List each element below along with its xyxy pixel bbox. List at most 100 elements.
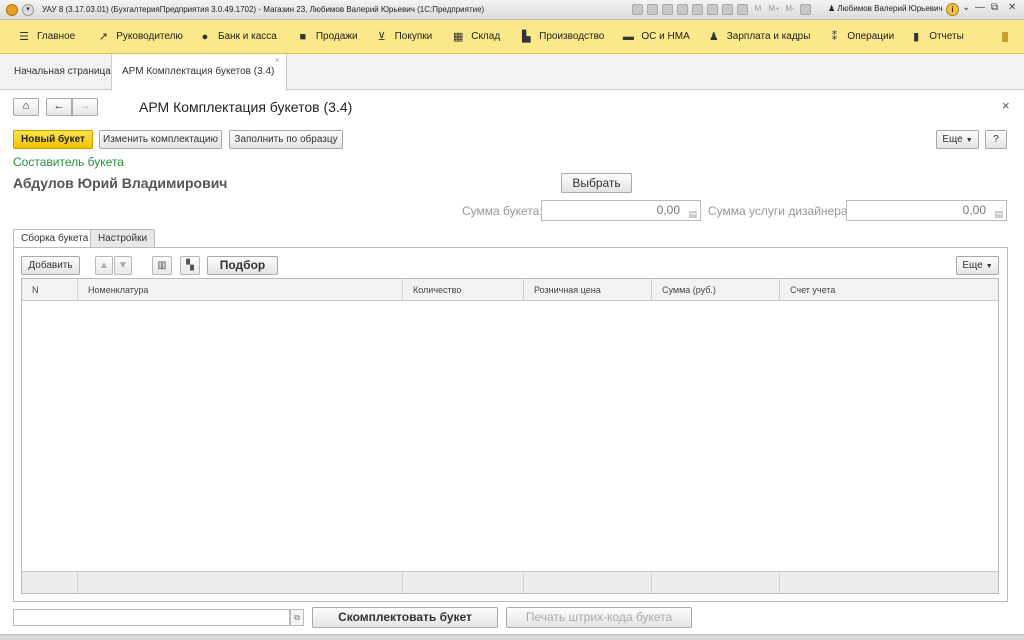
section-reports[interactable]: ▮ Отчеты — [902, 20, 972, 54]
section-assets[interactable]: ▬ ОС и НМА — [614, 20, 697, 54]
home-button[interactable]: ⌂ — [13, 98, 39, 116]
barcode-input[interactable] — [13, 609, 290, 626]
dropdown-icon[interactable]: ⌄ — [962, 2, 970, 13]
titlebar-toolbar: M M+ M- — [632, 4, 811, 15]
close-icon[interactable]: ✕ — [1008, 2, 1016, 13]
section-salary[interactable]: ♟ Зарплата и кадры — [700, 20, 819, 54]
form-close-icon[interactable]: × — [1002, 98, 1010, 113]
sections-more-icon[interactable] — [1002, 32, 1008, 42]
section-bank[interactable]: ● Банк и касса — [191, 20, 285, 54]
move-up-icon[interactable]: ▲ — [95, 256, 113, 275]
section-operations[interactable]: ⁑ Операции — [820, 20, 902, 54]
column-account[interactable]: Счет учета — [780, 279, 998, 301]
chevron-down-icon: ▼ — [985, 263, 993, 270]
calculator-icon[interactable] — [722, 4, 733, 15]
composer-name: Абдулов Юрий Владимирович — [13, 175, 228, 191]
tab-bouquet-workplace[interactable]: АРМ Комплектация букетов (3.4) × — [111, 54, 287, 91]
link-icon[interactable] — [692, 4, 703, 15]
pick-button[interactable]: Подбор — [207, 256, 278, 275]
operations-icon: ⁑ — [831, 31, 838, 43]
truck-icon: ▬ — [622, 30, 634, 43]
column-number[interactable]: N — [22, 279, 78, 301]
designer-sum-field[interactable]: 0,00 ▤ — [846, 200, 1007, 221]
section-label: Зарплата и кадры — [726, 31, 811, 42]
bouquet-items-table[interactable]: N Номенклатура Количество Розничная цена… — [21, 278, 999, 594]
more-button[interactable]: Еще ▼ — [936, 130, 979, 149]
calculator-icon[interactable]: ▤ — [688, 205, 697, 224]
more-label: Еще — [942, 134, 963, 145]
window-title: УАУ 8 (3.17.03.01) (БухгалтерияПредприят… — [42, 5, 485, 14]
table-more-button[interactable]: Еще ▼ — [956, 256, 999, 275]
column-quantity[interactable]: Количество — [403, 279, 524, 301]
bar-chart-icon: ▮ — [913, 31, 920, 43]
tab-settings[interactable]: Настройки — [90, 229, 156, 248]
table-header: N Номенклатура Количество Розничная цена… — [22, 279, 998, 301]
person-icon: ♟ — [708, 31, 719, 43]
tab-home-page[interactable]: Начальная страница — [4, 54, 121, 90]
section-label: Производство — [539, 31, 605, 42]
select-button[interactable]: Выбрать — [561, 173, 632, 193]
preview-icon[interactable] — [662, 4, 673, 15]
assemble-bouquet-button[interactable]: Скомплектовать букет — [312, 607, 498, 628]
sections-panel: ☰ Главное ↗ Руководителю ● Банк и касса ■ Пр… — [0, 20, 1024, 54]
section-main[interactable]: ☰ Главное — [10, 20, 83, 54]
tab-bouquet-assembly[interactable]: Сборка букета — [13, 229, 97, 249]
forward-button[interactable]: → — [72, 98, 98, 116]
memory-plus-icon[interactable]: M+ — [768, 4, 780, 15]
print-icon[interactable] — [647, 4, 658, 15]
section-label: Банк и касса — [217, 31, 277, 42]
section-label: Продажи — [315, 31, 358, 42]
section-label: Склад — [471, 31, 501, 42]
memory-m-icon[interactable]: M — [752, 4, 764, 15]
section-manager[interactable]: ↗ Руководителю — [89, 20, 191, 54]
bag-icon: ■ — [299, 30, 307, 43]
table-footer — [22, 571, 998, 594]
bouquet-sum-value: 0,00 — [656, 203, 680, 217]
main-menu-icon[interactable]: ▾ — [22, 3, 34, 16]
restore-icon[interactable]: ⧉ — [991, 2, 998, 13]
section-label: Операции — [847, 31, 895, 42]
column-nomenclature[interactable]: Номенклатура — [78, 279, 403, 301]
scanner-icon[interactable]: ▚ — [180, 256, 200, 275]
user-icon: ♟ — [828, 4, 838, 13]
chevron-down-icon: ▼ — [965, 137, 973, 144]
grid-icon: ▦ — [453, 31, 464, 43]
move-down-icon[interactable]: ▼ — [114, 256, 132, 275]
section-warehouse[interactable]: ▦ Склад — [444, 20, 508, 54]
minimize-icon[interactable]: — — [975, 2, 985, 13]
trend-icon: ↗ — [98, 31, 108, 43]
barcode-icon[interactable]: ▥ — [152, 256, 172, 275]
app-logo-icon — [6, 3, 18, 16]
window-layout-icon[interactable] — [800, 4, 811, 15]
change-composition-button[interactable]: Изменить комплектацию — [99, 130, 222, 149]
print-barcode-button[interactable]: Печать штрих-кода букета — [506, 607, 692, 628]
add-button[interactable]: Добавить — [21, 256, 80, 275]
open-icon[interactable]: ⧉ — [290, 609, 304, 626]
current-user[interactable]: ♟ Любимов Валерий Юрьевич — [828, 4, 943, 13]
coin-icon: ● — [201, 30, 209, 43]
fill-by-sample-button[interactable]: Заполнить по образцу — [229, 130, 343, 149]
section-purchases[interactable]: ⊻ Покупки — [368, 20, 441, 54]
calendar-icon[interactable] — [737, 4, 748, 15]
favorites-icon[interactable] — [677, 4, 688, 15]
tab-close-icon[interactable]: × — [275, 42, 280, 78]
status-bar — [0, 634, 1024, 640]
composer-label: Составитель букета — [13, 155, 124, 169]
new-bouquet-button[interactable]: Новый букет — [13, 130, 93, 149]
tab-label: АРМ Комплектация букетов (3.4) — [122, 66, 275, 77]
open-windows-bar: Начальная страница АРМ Комплектация буке… — [0, 54, 1024, 91]
memory-minus-icon[interactable]: M- — [784, 4, 796, 15]
info-icon[interactable]: i — [946, 3, 959, 16]
section-sales[interactable]: ■ Продажи — [289, 20, 366, 54]
help-button[interactable]: ? — [985, 130, 1007, 149]
history-icon[interactable] — [707, 4, 718, 15]
section-production[interactable]: ▙ Производство — [512, 20, 612, 54]
bouquet-sum-field[interactable]: 0,00 ▤ — [541, 200, 701, 221]
back-button[interactable]: ← — [46, 98, 72, 116]
column-retail-price[interactable]: Розничная цена — [524, 279, 652, 301]
column-sum[interactable]: Сумма (руб.) — [652, 279, 780, 301]
bouquet-sum-label: Сумма букета: — [462, 204, 543, 218]
save-icon[interactable] — [632, 4, 643, 15]
designer-sum-value: 0,00 — [962, 203, 986, 217]
calculator-icon[interactable]: ▤ — [994, 205, 1003, 224]
